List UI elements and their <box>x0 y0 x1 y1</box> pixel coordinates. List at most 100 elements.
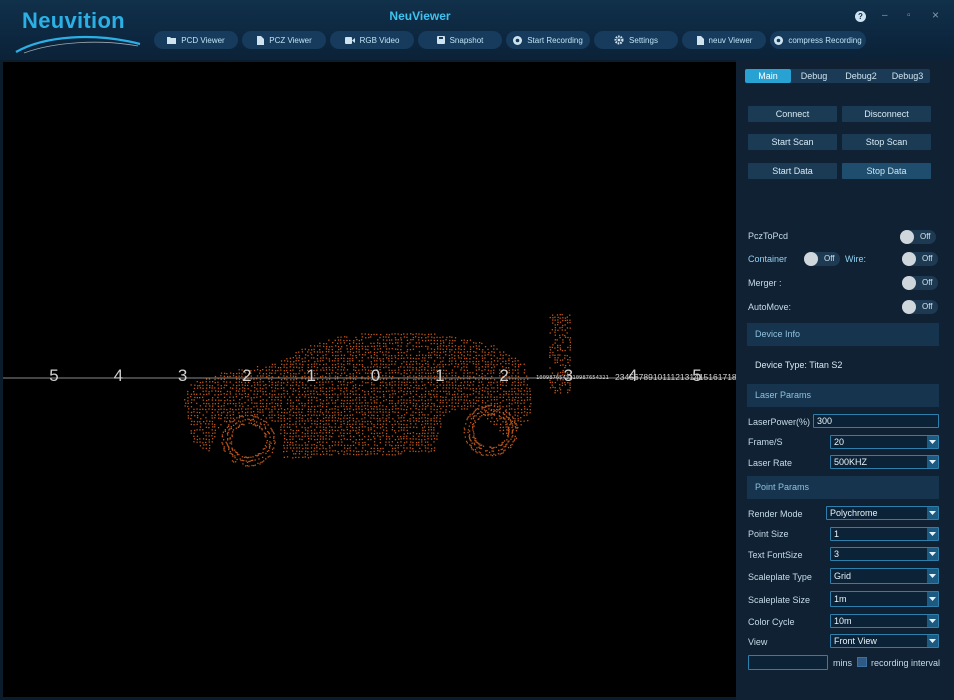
compress-recording-label: compress Recording <box>788 35 862 45</box>
point-size-value: 1 <box>834 529 840 539</box>
tab-debug[interactable]: Debug <box>791 69 837 83</box>
recording-interval-input[interactable] <box>748 655 828 670</box>
disconnect-button[interactable]: Disconnect <box>842 106 931 122</box>
automove-label: AutoMove: <box>748 302 792 312</box>
point-size-select[interactable]: 1 <box>830 527 939 541</box>
stop-data-button[interactable]: Stop Data <box>842 163 931 179</box>
scale-label: 0 <box>371 366 380 385</box>
scale-label: 1 <box>306 366 315 385</box>
tab-debug2[interactable]: Debug2 <box>837 69 885 83</box>
tab-debug3[interactable]: Debug3 <box>885 69 930 83</box>
toggle-state: Off <box>922 302 933 311</box>
recording-interval-label: recording interval <box>871 658 941 668</box>
color-cycle-select[interactable]: 10m <box>830 614 939 628</box>
chevron-down-icon <box>927 592 938 606</box>
scale-label: 1 <box>435 366 444 385</box>
start-recording-label: Start Recording <box>527 35 583 45</box>
scale-label: 2 <box>499 366 508 385</box>
rgb-video-button[interactable]: RGB Video <box>330 31 414 49</box>
pcd-viewer-button[interactable]: PCD Viewer <box>154 31 238 49</box>
app-title: NeuViewer <box>389 9 451 23</box>
scale-label: 2 <box>242 366 251 385</box>
point-cloud-viewport[interactable]: 54321012345 1009876543210987654321 23456… <box>3 62 736 697</box>
chevron-down-icon <box>927 528 938 540</box>
maximize-button[interactable]: ▫ <box>907 10 911 21</box>
rgb-video-label: RGB Video <box>359 35 400 45</box>
folder-icon <box>167 37 177 44</box>
start-recording-button[interactable]: Start Recording <box>506 31 590 49</box>
laser-rate-select[interactable]: 500KHZ <box>830 455 939 469</box>
text-fontsize-label: Text FontSize <box>748 550 803 560</box>
automove-toggle[interactable]: Off <box>902 300 938 314</box>
record-icon <box>513 35 523 45</box>
toggle-state: Off <box>922 278 933 287</box>
car-point-cloud <box>184 314 572 467</box>
wire-toggle[interactable]: Off <box>902 252 938 266</box>
toggle-knob <box>804 252 818 266</box>
view-label: View <box>748 637 768 647</box>
laser-params-header: Laser Params <box>747 384 939 407</box>
neuv-viewer-label: neuv Viewer <box>708 35 753 45</box>
panel-tabs: Main Debug Debug2 Debug3 <box>745 69 930 83</box>
tab-main[interactable]: Main <box>745 69 791 83</box>
pcz-viewer-label: PCZ Viewer <box>269 35 312 45</box>
scale-label: 5 <box>49 366 58 385</box>
view-select[interactable]: Front View <box>830 634 939 648</box>
stop-scan-button[interactable]: Stop Scan <box>842 134 931 150</box>
render-mode-label: Render Mode <box>748 509 803 519</box>
recording-interval-checkbox[interactable] <box>857 657 867 667</box>
title-bar: Neuvition NeuViewer ? – ▫ × PCD Viewer P… <box>0 0 954 60</box>
pcztopcd-label: PczToPcd <box>748 231 789 241</box>
snapshot-label: Snapshot <box>449 35 484 45</box>
pcztopcd-toggle[interactable]: Off <box>900 230 936 244</box>
container-toggle[interactable]: Off <box>804 252 840 266</box>
settings-label: Settings <box>629 35 658 45</box>
frame-rate-label: Frame/S <box>748 437 783 447</box>
laser-power-label: LaserPower(%) <box>748 417 811 427</box>
close-button[interactable]: × <box>932 8 939 22</box>
help-icon[interactable]: ? <box>855 11 866 22</box>
text-fontsize-value: 3 <box>834 549 840 559</box>
scaleplate-type-label: Scaleplate Type <box>748 572 812 582</box>
merger-label: Merger : <box>748 278 782 288</box>
file-icon <box>257 35 265 45</box>
chevron-down-icon <box>927 548 938 560</box>
merger-toggle[interactable]: Off <box>902 276 938 290</box>
snapshot-button[interactable]: Snapshot <box>418 31 502 49</box>
text-fontsize-select[interactable]: 3 <box>830 547 939 561</box>
scaleplate-size-label: Scaleplate Size <box>748 595 811 605</box>
container-label: Container <box>748 254 788 264</box>
point-size-label: Point Size <box>748 529 789 539</box>
settings-button[interactable]: Settings <box>594 31 678 49</box>
video-camera-icon <box>344 36 355 44</box>
scaleplate-type-select[interactable]: Grid <box>830 568 939 584</box>
toggle-knob <box>900 230 914 244</box>
logo-swoosh-icon <box>15 35 141 54</box>
laser-power-input[interactable]: 300 <box>813 414 939 428</box>
start-data-button[interactable]: Start Data <box>748 163 837 179</box>
toggle-knob <box>902 300 916 314</box>
scaleplate-size-select[interactable]: 1m <box>830 591 939 607</box>
point-params-header: Point Params <box>747 476 939 499</box>
frame-rate-select[interactable]: 20 <box>830 435 939 449</box>
start-scan-button[interactable]: Start Scan <box>748 134 837 150</box>
save-icon <box>436 36 445 44</box>
toggle-state: Off <box>920 232 931 241</box>
compress-recording-button[interactable]: compress Recording <box>770 31 866 49</box>
chevron-down-icon <box>927 456 938 468</box>
connect-button[interactable]: Connect <box>748 106 837 122</box>
render-mode-select[interactable]: Polychrome <box>826 506 939 520</box>
pcz-viewer-button[interactable]: PCZ Viewer <box>242 31 326 49</box>
scaleplate-size-value: 1m <box>834 594 847 604</box>
point-cloud-canvas[interactable]: 54321012345 1009876543210987654321 23456… <box>3 62 736 697</box>
device-info-header: Device Info <box>747 323 939 346</box>
toggle-knob <box>902 252 916 266</box>
chevron-down-icon <box>927 436 938 448</box>
minimize-button[interactable]: – <box>882 10 888 21</box>
laser-rate-label: Laser Rate <box>748 458 793 468</box>
scale-tail-labels: 234567891011121314151617181920211615 <box>615 372 736 382</box>
frame-rate-value: 20 <box>834 437 845 447</box>
neuv-viewer-button[interactable]: neuv Viewer <box>682 31 766 49</box>
view-value: Front View <box>834 636 877 646</box>
scaleplate-type-value: Grid <box>834 571 852 581</box>
